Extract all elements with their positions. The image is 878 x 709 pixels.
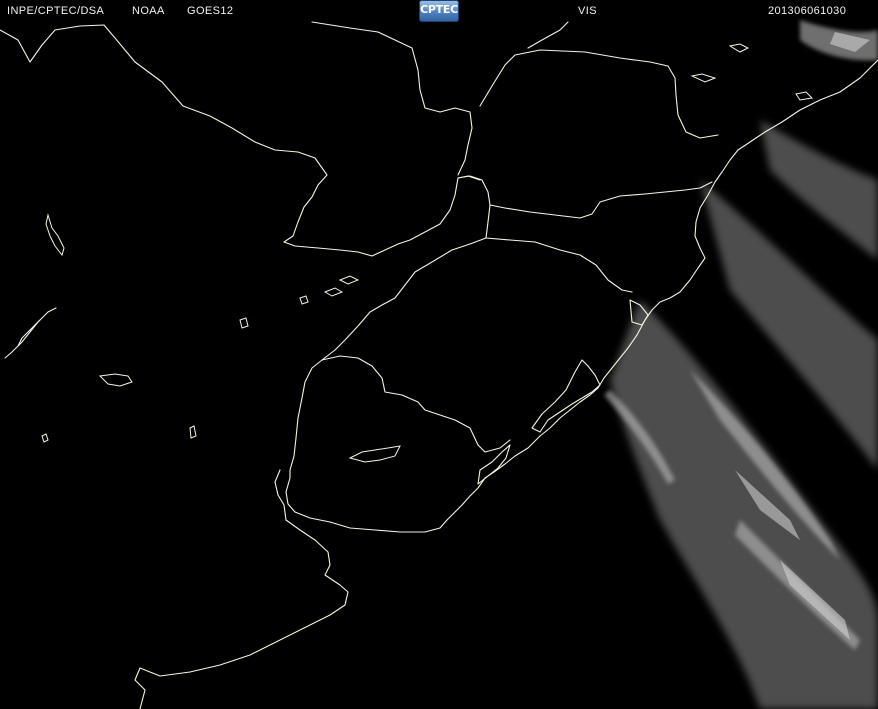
cptec-logo: CPTEC <box>419 0 459 22</box>
satellite-label: GOES12 <box>187 5 234 17</box>
channel-label: VIS <box>578 5 597 17</box>
timestamp-label: 201306061030 <box>768 5 847 17</box>
operator-label: NOAA <box>132 5 165 17</box>
logo-text: CPTEC <box>420 3 458 16</box>
image-header: INPE/CPTEC/DSA NOAA GOES12 CPTEC VIS 201… <box>0 0 878 24</box>
cloud-field <box>604 20 878 709</box>
agency-label: INPE/CPTEC/DSA <box>7 5 105 17</box>
satellite-image <box>0 20 878 709</box>
